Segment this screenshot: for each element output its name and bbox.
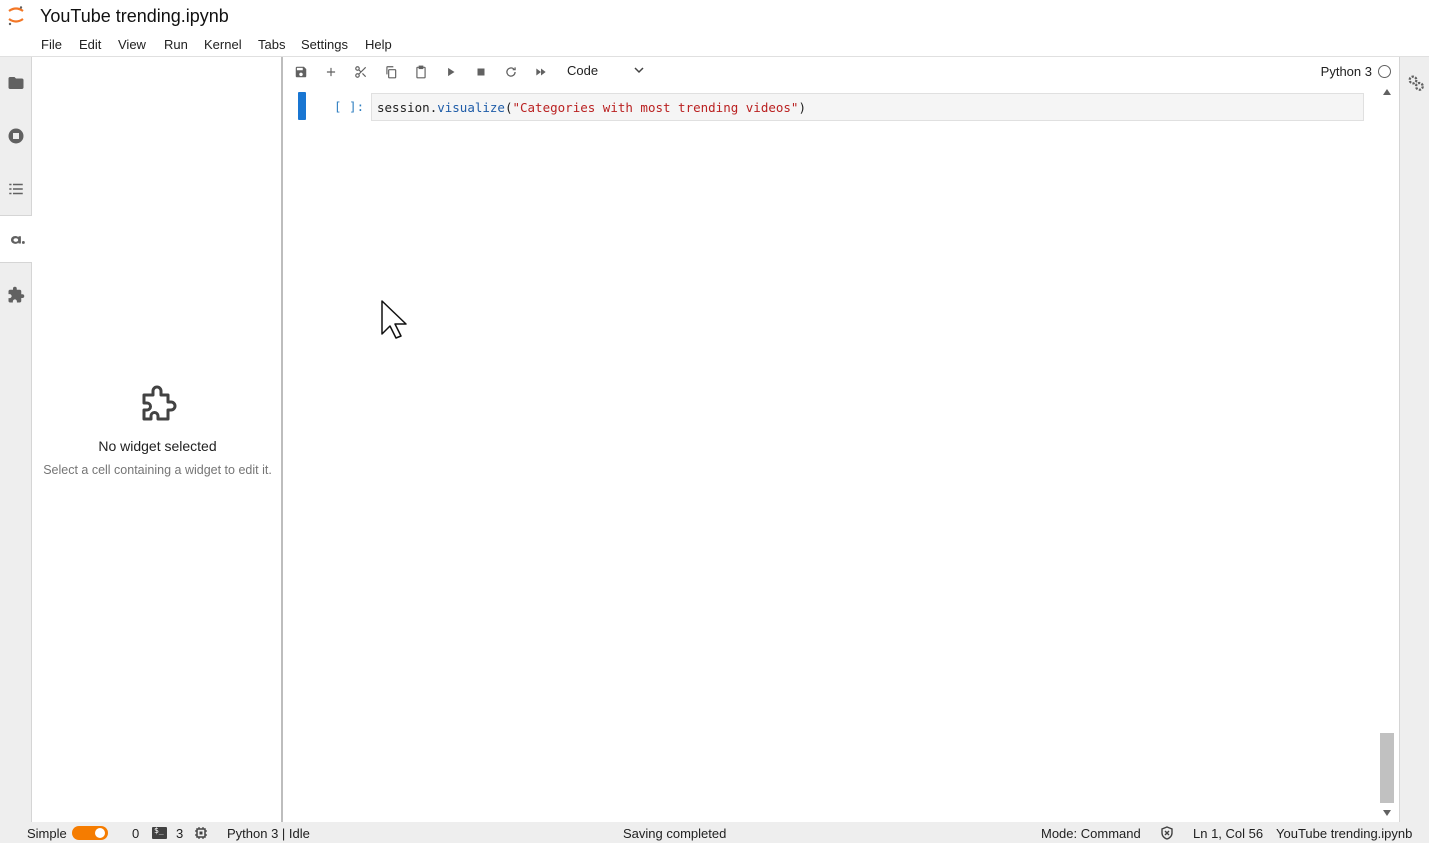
copy-icon xyxy=(386,66,397,79)
copy-button[interactable] xyxy=(381,63,401,81)
menu-edit[interactable]: Edit xyxy=(79,37,101,52)
code-method: visualize xyxy=(437,100,505,115)
run-icon xyxy=(448,67,455,77)
right-sidebar xyxy=(1399,57,1429,822)
interrupt-button[interactable] xyxy=(471,63,491,81)
notebook-panel: [ ]: session.visualize("Categories with … xyxy=(285,87,1379,822)
code-paren-close: ) xyxy=(798,100,806,115)
terminals-count[interactable]: 3 xyxy=(176,826,183,841)
jupyter-logo-icon xyxy=(8,6,24,26)
title-bar: YouTube trending.ipynb xyxy=(0,0,1429,33)
restart-icon xyxy=(506,67,516,77)
menu-file[interactable]: File xyxy=(41,37,62,52)
save-icon xyxy=(295,66,307,78)
menu-view[interactable]: View xyxy=(118,37,146,52)
fast-forward-icon xyxy=(536,68,546,76)
restart-button[interactable] xyxy=(501,63,521,81)
chevron-down-icon xyxy=(634,67,644,74)
code-object: session xyxy=(377,100,430,115)
notebook-scrollbar[interactable] xyxy=(1379,87,1396,822)
document-title: YouTube trending.ipynb xyxy=(40,6,229,26)
menu-help[interactable]: Help xyxy=(365,37,392,52)
no-widget-description: Select a cell containing a widget to edi… xyxy=(43,463,272,477)
no-widget-title: No widget selected xyxy=(98,438,217,454)
cut-icon xyxy=(355,66,367,78)
kernel-name[interactable]: Python 3 xyxy=(1321,64,1372,79)
simple-mode-label: Simple xyxy=(27,826,67,841)
menu-kernel[interactable]: Kernel xyxy=(204,37,242,52)
status-bar: Simple 0 $_ 3 Python 3 | Idle Saving com… xyxy=(0,822,1429,843)
toc-icon xyxy=(9,183,23,195)
command-mode-status: Mode: Command xyxy=(1041,826,1141,841)
paste-button[interactable] xyxy=(411,63,431,81)
code-string: "Categories with most trending videos" xyxy=(512,100,799,115)
extension-icon xyxy=(8,286,25,303)
cell-editor[interactable]: session.visualize("Categories with most … xyxy=(371,93,1364,121)
restart-run-all-button[interactable] xyxy=(531,63,551,81)
simple-mode-toggle[interactable] xyxy=(72,826,108,840)
save-button[interactable] xyxy=(291,63,311,81)
paste-icon xyxy=(416,65,426,79)
running-tab[interactable] xyxy=(0,112,32,160)
cursor-position[interactable]: Ln 1, Col 56 xyxy=(1193,826,1263,841)
cell-collapser[interactable] xyxy=(298,92,306,120)
menu-settings[interactable]: Settings xyxy=(301,37,348,52)
trust-shield-icon[interactable] xyxy=(1160,826,1174,840)
kernel-status-text[interactable]: Python 3 | Idle xyxy=(227,826,310,841)
kernel-idle-icon xyxy=(1378,65,1391,78)
menu-run[interactable]: Run xyxy=(164,37,188,52)
notebook-toolbar: Code Python 3 xyxy=(285,57,1399,87)
cut-button[interactable] xyxy=(351,63,371,81)
cell-prompt: [ ]: xyxy=(334,99,365,114)
folder-icon xyxy=(8,77,24,89)
run-button[interactable] xyxy=(441,63,461,81)
menu-tabs[interactable]: Tabs xyxy=(258,37,285,52)
toggle-knob xyxy=(95,828,105,838)
scroll-down-arrow-icon[interactable] xyxy=(1383,810,1391,816)
extension-manager-tab[interactable] xyxy=(0,271,32,319)
menu-bar: File Edit View Run Kernel Tabs Settings … xyxy=(0,33,1429,57)
toc-tab[interactable] xyxy=(0,165,32,213)
left-sidebar xyxy=(0,57,33,822)
widget-inspector-icon xyxy=(10,236,25,244)
cell-type-select[interactable]: Code xyxy=(567,62,647,82)
kernels-count[interactable]: 0 xyxy=(132,826,139,841)
scroll-up-arrow-icon[interactable] xyxy=(1383,89,1391,95)
scroll-thumb[interactable] xyxy=(1380,733,1394,803)
stop-icon xyxy=(477,68,485,76)
status-file-name: YouTube trending.ipynb xyxy=(1276,826,1413,841)
save-status: Saving completed xyxy=(623,826,727,841)
code-cell[interactable]: [ ]: session.visualize("Categories with … xyxy=(298,92,1366,122)
puzzle-icon xyxy=(142,385,176,421)
widget-inspector-tab[interactable] xyxy=(0,215,33,263)
property-inspector-icon[interactable] xyxy=(1407,74,1425,92)
kernel-chip-icon[interactable] xyxy=(194,826,208,840)
insert-cell-icon xyxy=(326,67,336,77)
cell-type-value: Code xyxy=(567,63,599,78)
terminal-icon[interactable]: $_ xyxy=(152,826,167,839)
widget-empty-state: No widget selected Select a cell contain… xyxy=(32,381,283,480)
running-icon xyxy=(8,128,24,144)
insert-cell-button[interactable] xyxy=(321,63,341,81)
file-browser-tab[interactable] xyxy=(0,59,32,107)
widget-inspector-panel: No widget selected Select a cell contain… xyxy=(32,57,283,822)
